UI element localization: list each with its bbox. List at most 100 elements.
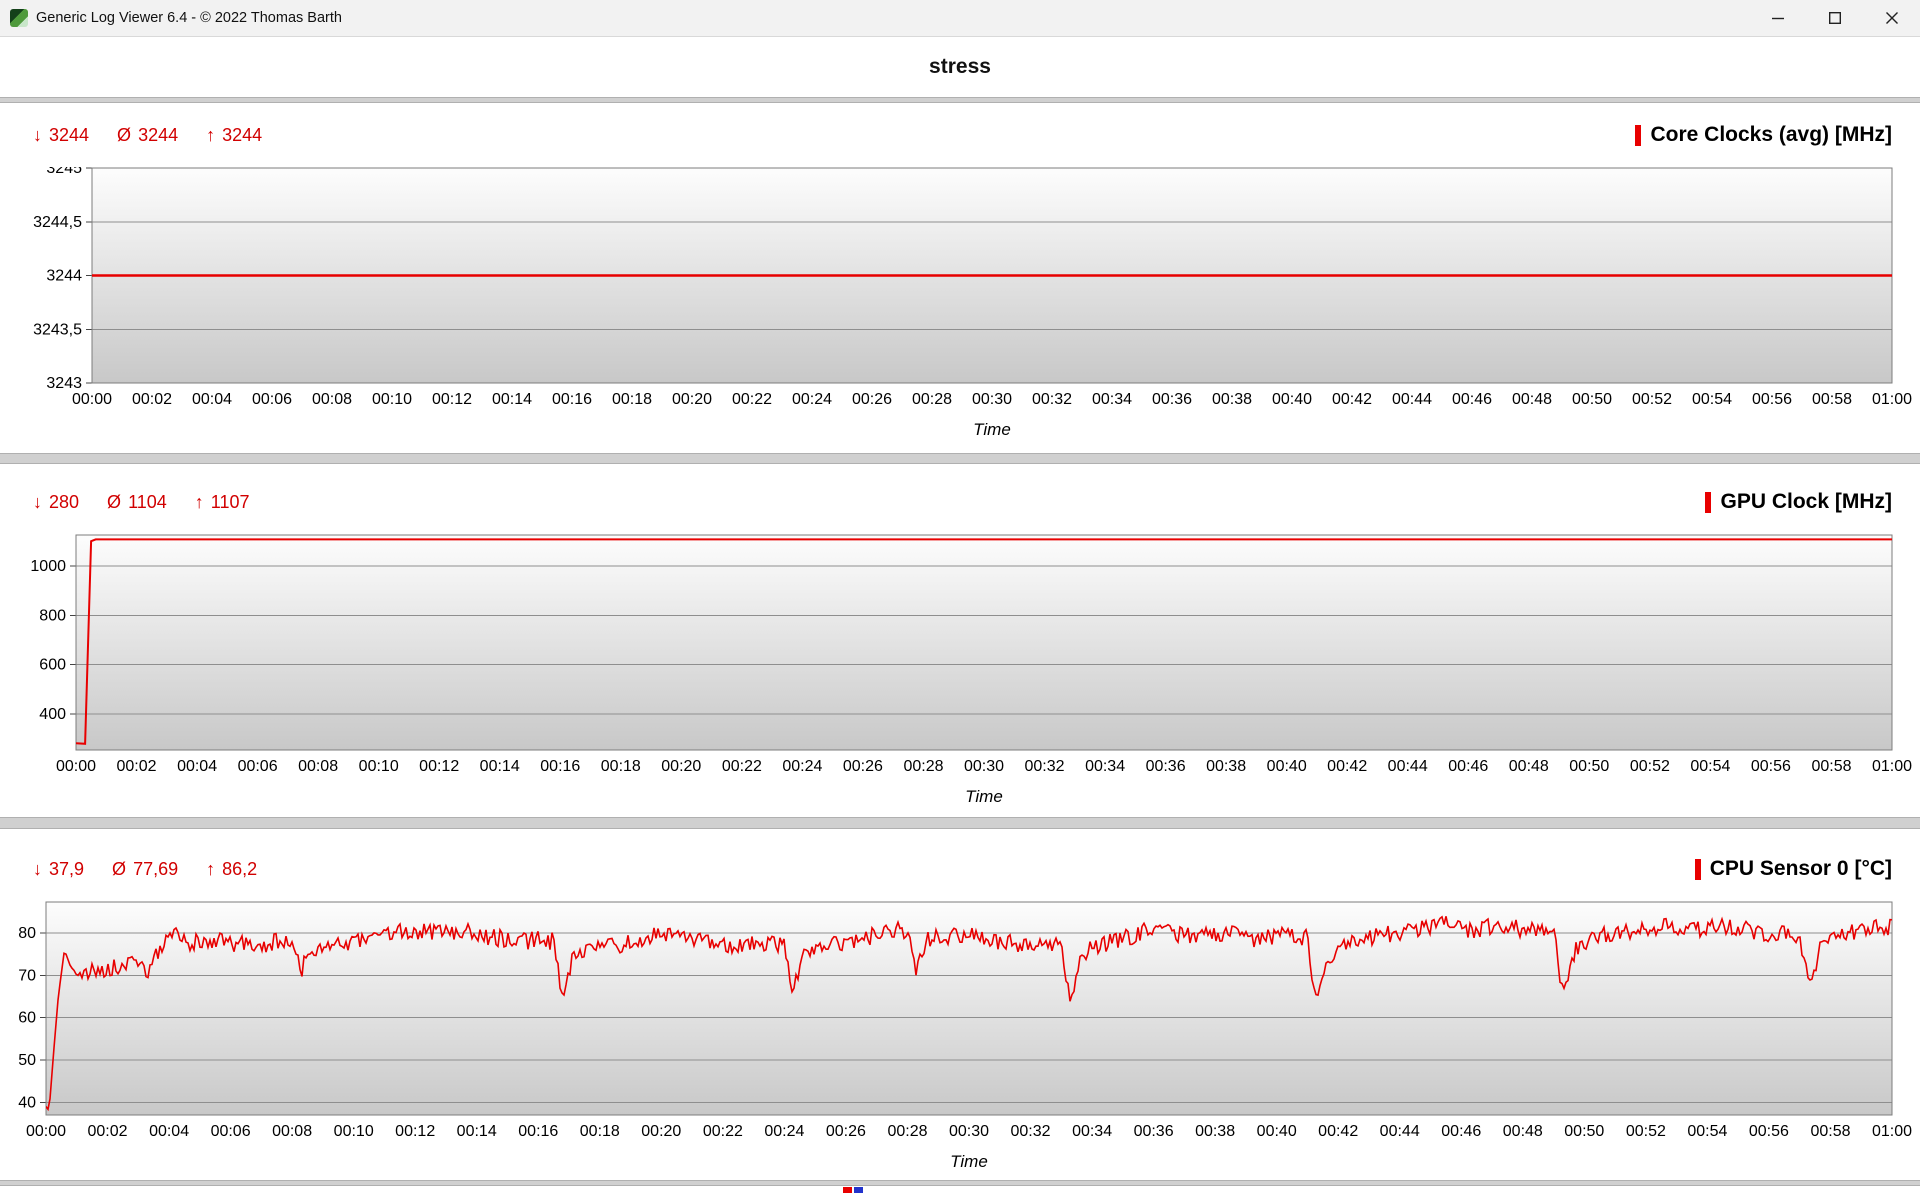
svg-text:70: 70: [18, 967, 36, 984]
chart-canvas[interactable]: 807060504000:0000:0200:0400:0600:0800:10…: [0, 901, 1920, 1148]
svg-text:00:50: 00:50: [1572, 391, 1612, 408]
svg-text:00:00: 00:00: [26, 1123, 66, 1140]
svg-text:00:40: 00:40: [1267, 758, 1307, 775]
page-header: stress: [0, 37, 1920, 98]
svg-text:00:32: 00:32: [1032, 391, 1072, 408]
maximize-button[interactable]: [1806, 0, 1863, 36]
chart-canvas[interactable]: 100080060040000:0000:0200:0400:0600:0800…: [0, 534, 1920, 783]
svg-text:00:16: 00:16: [540, 758, 580, 775]
page-title: stress: [929, 55, 991, 79]
svg-text:00:20: 00:20: [641, 1123, 681, 1140]
svg-text:1000: 1000: [30, 558, 66, 575]
svg-text:00:06: 00:06: [252, 391, 292, 408]
svg-text:00:44: 00:44: [1380, 1123, 1420, 1140]
svg-text:00:00: 00:00: [72, 391, 112, 408]
svg-text:3245: 3245: [46, 167, 82, 177]
stat-max-value: 86,2: [222, 859, 257, 880]
svg-text:01:00: 01:00: [1872, 1123, 1912, 1140]
stat-min-value: 3244: [49, 125, 89, 146]
avg-symbol-icon: Ø: [107, 492, 121, 513]
min-arrow-icon: ↓: [33, 859, 42, 880]
chart-panel-core-clocks: ↓3244 Ø3244 ↑3244 Core Clocks (avg) [MHz…: [0, 102, 1920, 454]
svg-text:00:38: 00:38: [1206, 758, 1246, 775]
svg-text:800: 800: [39, 607, 66, 624]
svg-text:00:06: 00:06: [211, 1123, 251, 1140]
svg-text:00:26: 00:26: [826, 1123, 866, 1140]
svg-text:00:18: 00:18: [580, 1123, 620, 1140]
panel-head: ↓3244 Ø3244 ↑3244 Core Clocks (avg) [MHz…: [0, 103, 1920, 167]
svg-text:50: 50: [18, 1052, 36, 1069]
stat-avg: Ø3244: [117, 125, 178, 146]
svg-text:00:10: 00:10: [334, 1123, 374, 1140]
svg-text:00:58: 00:58: [1812, 391, 1852, 408]
legend-marker: [1635, 125, 1641, 146]
app-icon: [10, 9, 28, 27]
svg-text:00:58: 00:58: [1810, 1123, 1850, 1140]
stat-avg-value: 3244: [138, 125, 178, 146]
svg-text:00:48: 00:48: [1509, 758, 1549, 775]
svg-text:00:48: 00:48: [1512, 391, 1552, 408]
max-arrow-icon: ↑: [206, 859, 215, 880]
svg-text:00:08: 00:08: [272, 1123, 312, 1140]
stat-avg-value: 1104: [128, 492, 167, 513]
stat-avg: Ø77,69: [112, 859, 178, 880]
svg-text:00:52: 00:52: [1630, 758, 1670, 775]
chart-panel-cpu-sensor: ↓37,9 Ø77,69 ↑ 86,2 CPU Sensor 0 [°C] 80 7…: [0, 828, 1920, 1181]
stat-min: ↓37,9: [33, 859, 84, 880]
svg-text:00:24: 00:24: [782, 758, 822, 775]
svg-text:00:28: 00:28: [903, 758, 943, 775]
series-stats: ↓280 Ø1104 ↑1107: [33, 492, 250, 513]
svg-text:00:04: 00:04: [192, 391, 232, 408]
legend: CPU Sensor 0 [°C]: [1695, 857, 1892, 881]
next-chart-preview: [0, 1185, 1920, 1193]
svg-text:3243: 3243: [46, 375, 82, 392]
legend-marker-red: [843, 1187, 852, 1193]
svg-text:600: 600: [39, 657, 66, 674]
svg-text:00:18: 00:18: [601, 758, 641, 775]
panel-head: ↓280 Ø1104 ↑1107 GPU Clock [MHz]: [0, 464, 1920, 534]
x-axis-label: Time: [92, 418, 1892, 442]
svg-text:400: 400: [39, 706, 66, 723]
legend-label: GPU Clock [MHz]: [1720, 490, 1892, 514]
svg-text:00:30: 00:30: [964, 758, 1004, 775]
svg-text:00:24: 00:24: [792, 391, 832, 408]
svg-text:00:50: 00:50: [1564, 1123, 1604, 1140]
stat-max: ↑3244: [206, 125, 262, 146]
svg-text:00:20: 00:20: [672, 391, 712, 408]
svg-text:00:24: 00:24: [764, 1123, 804, 1140]
svg-text:00:30: 00:30: [972, 391, 1012, 408]
svg-text:00:04: 00:04: [149, 1123, 189, 1140]
stat-min: ↓3244: [33, 125, 89, 146]
stat-min: ↓280: [33, 492, 79, 513]
svg-text:00:58: 00:58: [1811, 758, 1851, 775]
legend-marker-blue: [854, 1187, 863, 1193]
svg-text:3243,5: 3243,5: [33, 321, 82, 338]
svg-text:60: 60: [18, 1010, 36, 1027]
svg-text:00:14: 00:14: [457, 1123, 497, 1140]
svg-text:00:36: 00:36: [1152, 391, 1192, 408]
stat-max-value: 1107: [211, 492, 250, 513]
legend-marker: [1705, 492, 1711, 513]
svg-text:00:32: 00:32: [1024, 758, 1064, 775]
svg-text:00:44: 00:44: [1388, 758, 1428, 775]
svg-text:00:12: 00:12: [395, 1123, 435, 1140]
avg-symbol-icon: Ø: [112, 859, 126, 880]
close-button[interactable]: [1863, 0, 1920, 36]
svg-text:3244: 3244: [46, 268, 82, 285]
series-stats: ↓3244 Ø3244 ↑3244: [33, 125, 262, 146]
legend: GPU Clock [MHz]: [1705, 490, 1892, 514]
svg-text:80: 80: [18, 925, 36, 942]
chart-canvas[interactable]: 32453244,532443243,5324300:0000:0200:040…: [0, 167, 1920, 416]
svg-text:00:48: 00:48: [1503, 1123, 1543, 1140]
legend-label: Core Clocks (avg) [MHz]: [1650, 123, 1892, 147]
svg-text:00:00: 00:00: [56, 758, 96, 775]
titlebar: Generic Log Viewer 6.4 - © 2022 Thomas B…: [0, 0, 1920, 37]
max-arrow-icon: ↑: [206, 125, 215, 146]
svg-text:00:10: 00:10: [372, 391, 412, 408]
legend: Core Clocks (avg) [MHz]: [1635, 123, 1892, 147]
svg-text:00:42: 00:42: [1318, 1123, 1358, 1140]
svg-text:00:12: 00:12: [432, 391, 472, 408]
svg-text:00:36: 00:36: [1134, 1123, 1174, 1140]
minimize-button[interactable]: [1749, 0, 1806, 36]
svg-text:00:18: 00:18: [612, 391, 652, 408]
